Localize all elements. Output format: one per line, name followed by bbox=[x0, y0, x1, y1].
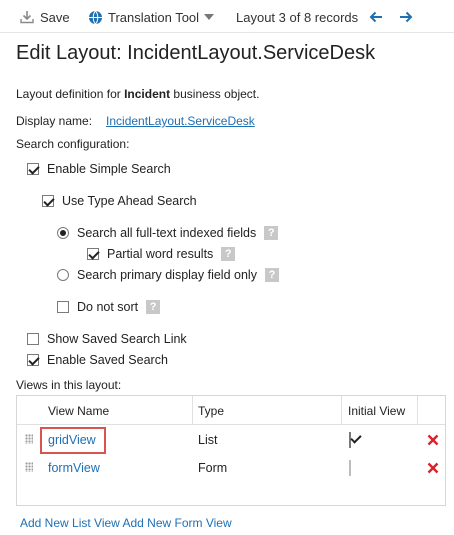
enable-saved-search-option[interactable]: Enable Saved Search bbox=[27, 353, 168, 367]
translation-tool-button[interactable]: Translation Tool bbox=[88, 8, 215, 26]
help-icon[interactable]: ? bbox=[264, 226, 279, 240]
column-header-type[interactable]: Type bbox=[198, 404, 224, 418]
search-primary-option[interactable]: Search primary display field only ? bbox=[57, 268, 279, 282]
delete-view-button[interactable] bbox=[427, 462, 439, 477]
search-config-label: Search configuration: bbox=[16, 137, 130, 151]
delete-x-icon bbox=[427, 462, 439, 474]
partial-word-label: Partial word results bbox=[107, 247, 214, 261]
display-name-link[interactable]: IncidentLayout.ServiceDesk bbox=[106, 114, 255, 128]
search-primary-radio[interactable] bbox=[57, 269, 69, 281]
checkbox-box[interactable] bbox=[349, 432, 351, 448]
column-divider bbox=[192, 396, 193, 425]
search-all-fulltext-label: Search all full-text indexed fields bbox=[77, 226, 257, 240]
partial-word-checkbox[interactable] bbox=[87, 248, 99, 260]
enable-simple-search-option[interactable]: Enable Simple Search bbox=[27, 162, 171, 176]
use-type-ahead-option[interactable]: Use Type Ahead Search bbox=[42, 194, 197, 208]
search-all-fulltext-option[interactable]: Search all full-text indexed fields ? bbox=[57, 226, 279, 240]
search-primary-label: Search primary display field only bbox=[77, 268, 257, 282]
show-saved-search-link-label: Show Saved Search Link bbox=[47, 332, 187, 346]
show-saved-search-link-checkbox[interactable] bbox=[27, 333, 39, 345]
globe-icon bbox=[88, 10, 103, 25]
display-name-row: Display name: IncidentLayout.ServiceDesk bbox=[16, 114, 255, 128]
record-status: Layout 3 of 8 records bbox=[236, 9, 359, 25]
column-header-view-name[interactable]: View Name bbox=[48, 404, 109, 418]
save-button[interactable]: Save bbox=[20, 8, 70, 26]
view-name-link[interactable]: formView bbox=[48, 461, 100, 475]
add-list-view-link[interactable]: Add New List View bbox=[20, 516, 120, 530]
views-table: View Name Type Initial View gridView Lis… bbox=[16, 395, 446, 506]
layout-description: Layout definition for Incident business … bbox=[16, 87, 259, 101]
description-prefix: Layout definition for bbox=[16, 87, 125, 101]
footer-links: Add New List View Add New Form View bbox=[20, 516, 232, 530]
next-record-button[interactable] bbox=[399, 8, 413, 26]
table-row[interactable]: formView Form bbox=[17, 454, 445, 482]
arrow-left-icon bbox=[369, 10, 383, 24]
enable-saved-search-checkbox[interactable] bbox=[27, 354, 39, 366]
initial-view-checkbox[interactable] bbox=[349, 432, 351, 448]
drag-handle-icon[interactable] bbox=[25, 462, 33, 472]
initial-view-checkbox[interactable] bbox=[349, 460, 351, 476]
toolbar: Save Translation Tool Layout 3 of 8 reco… bbox=[0, 0, 454, 33]
show-saved-search-link-option[interactable]: Show Saved Search Link bbox=[27, 332, 187, 346]
do-not-sort-option[interactable]: Do not sort ? bbox=[57, 300, 161, 314]
display-name-label: Display name: bbox=[16, 114, 93, 128]
column-divider bbox=[417, 396, 418, 425]
save-icon bbox=[20, 10, 34, 24]
help-icon[interactable]: ? bbox=[221, 247, 236, 261]
arrow-right-icon bbox=[399, 10, 413, 24]
previous-record-button[interactable] bbox=[369, 8, 383, 26]
do-not-sort-checkbox[interactable] bbox=[57, 301, 69, 313]
enable-saved-search-label: Enable Saved Search bbox=[47, 353, 168, 367]
view-type: List bbox=[198, 433, 218, 447]
use-type-ahead-label: Use Type Ahead Search bbox=[62, 194, 197, 208]
enable-simple-search-label: Enable Simple Search bbox=[47, 162, 171, 176]
delete-x-icon bbox=[427, 434, 439, 446]
view-type: Form bbox=[198, 461, 228, 475]
search-all-fulltext-radio[interactable] bbox=[57, 227, 69, 239]
enable-simple-search-checkbox[interactable] bbox=[27, 163, 39, 175]
checkbox-box[interactable] bbox=[349, 460, 351, 476]
delete-view-button[interactable] bbox=[427, 434, 439, 449]
partial-word-option[interactable]: Partial word results ? bbox=[87, 247, 236, 261]
help-icon[interactable]: ? bbox=[264, 268, 279, 282]
description-suffix: business object. bbox=[170, 87, 260, 101]
do-not-sort-label: Do not sort bbox=[77, 300, 139, 314]
add-form-view-link[interactable]: Add New Form View bbox=[123, 516, 232, 530]
column-divider bbox=[341, 396, 342, 425]
views-label: Views in this layout: bbox=[16, 378, 122, 392]
column-header-initial-view[interactable]: Initial View bbox=[348, 404, 405, 418]
dropdown-caret-icon bbox=[204, 14, 215, 20]
help-icon[interactable]: ? bbox=[146, 300, 161, 314]
highlight-box bbox=[40, 427, 106, 454]
views-table-header: View Name Type Initial View bbox=[17, 396, 445, 425]
drag-handle-icon[interactable] bbox=[25, 434, 33, 444]
description-object: Incident bbox=[124, 87, 171, 101]
page-title: Edit Layout: IncidentLayout.ServiceDesk bbox=[16, 42, 376, 64]
translation-tool-label: Translation Tool bbox=[108, 9, 200, 25]
save-label: Save bbox=[40, 9, 70, 25]
use-type-ahead-checkbox[interactable] bbox=[42, 195, 54, 207]
